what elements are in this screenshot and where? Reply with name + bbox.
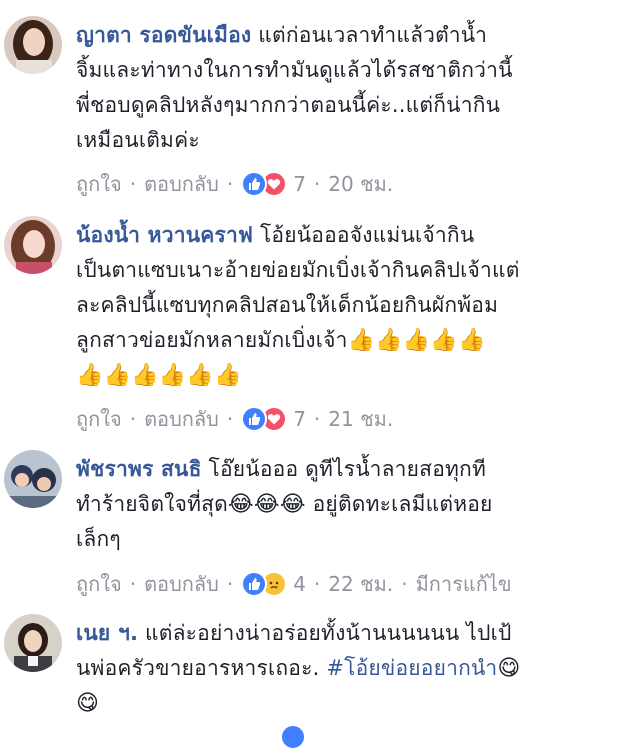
reply-link[interactable]: ตอบกลับ [144,168,219,200]
comment-time[interactable]: 20 ชม. [328,168,393,200]
reply-link[interactable]: ตอบกลับ [144,403,219,435]
like-link[interactable]: ถูกใจ [76,403,122,435]
reaction-summary[interactable] [241,571,288,597]
comment-text: โอ๊ยน้อออ ดูทีไรน้ำลายสอทุกที [208,457,487,481]
comment-text: โอ้ยน้อออจังแม่นเจ้ากิน [259,223,475,247]
avatar[interactable] [4,216,62,274]
hashtag-link[interactable]: #โอ้ยข่อยอยากนำ [326,656,497,680]
avatar[interactable] [4,614,62,672]
comment-author[interactable]: น้องน้ำ หวานคราฟ [76,223,253,247]
comment-text: เหมือนเติมค่ะ [76,128,200,152]
reaction-count: 7 [293,407,306,431]
avatar[interactable] [4,450,62,508]
reaction-summary[interactable] [241,171,288,197]
like-reaction-icon [241,171,268,197]
yum-emoji: 😋 [497,656,521,681]
thumbs-up-emoji: 👍👍👍👍👍👍 [76,363,242,388]
comment-text: ลูกสาวข่อยมักหลายมักเบิ่งเจ้า [76,328,348,352]
like-link[interactable]: ถูกใจ [76,568,122,600]
comment-text: พี่ชอบดูคลิปหลังๆมากกว่าตอนนี้ค่ะ..แต่ก็… [76,93,501,117]
comment-text: ทำร้ายจิตใจที่สุด [76,492,229,516]
reaction-summary[interactable] [241,406,288,432]
comment-text: แต่ก่อนเวลาทำแล้วตำน้ำ [258,23,488,47]
comment-actions-partial [76,724,306,750]
comment-actions: ถูกใจ · ตอบกลับ · 4 · 22 ชม. · มีการแก้ไ… [76,568,512,600]
comment-text: เป็นตาแซบเนาะอ้ายข่อยมักเบิ่งเจ้ากินคลิป… [76,258,520,282]
comment-text: เล็กๆ [76,527,121,551]
like-reaction-icon [280,724,306,750]
comment-time[interactable]: 22 ชม. [328,568,393,600]
comment-text: จิ้มและท่าทางในการทำมันดูแล้วได้รสชาติกว… [76,58,513,82]
comment-text: ละคลิปนี้แซบทุกคลิปสอนให้เด็กน้อยกินผักพ… [76,293,499,317]
reaction-count: 4 [293,572,306,596]
like-link[interactable]: ถูกใจ [76,168,122,200]
yum-emoji: 😋 [76,691,100,716]
comment-time[interactable]: 21 ชม. [328,403,393,435]
comment-text: อยู่ติดทะเลมีแต่หอย [312,492,493,516]
laughing-emoji: 😂😂😂 [228,492,306,517]
comment-text: นพ่อครัวขายอารหารเถอะ. [76,656,320,680]
edited-label[interactable]: มีการแก้ไข [416,568,512,600]
avatar[interactable] [4,16,62,74]
reaction-count: 7 [293,172,306,196]
comment-actions: ถูกใจ · ตอบกลับ · 7 · 21 ชม. [76,403,393,435]
comment-actions: ถูกใจ · ตอบกลับ · 7 · 20 ชม. [76,168,393,200]
like-reaction-icon [241,406,268,432]
comment-author[interactable]: พัชราพร สนธิ [76,457,202,481]
thumbs-up-emoji: 👍👍👍👍👍 [347,328,486,353]
reply-link[interactable]: ตอบกลับ [144,568,219,600]
like-reaction-icon [241,571,268,597]
comment-author[interactable]: เนย ฯ. [76,621,138,645]
comment-author[interactable]: ญาตา รอดขันเมือง [76,23,251,47]
comment-text: แต่ล่ะอย่างน่าอร่อยทั้งน้านนนนนน ไปเป้ [145,621,512,645]
